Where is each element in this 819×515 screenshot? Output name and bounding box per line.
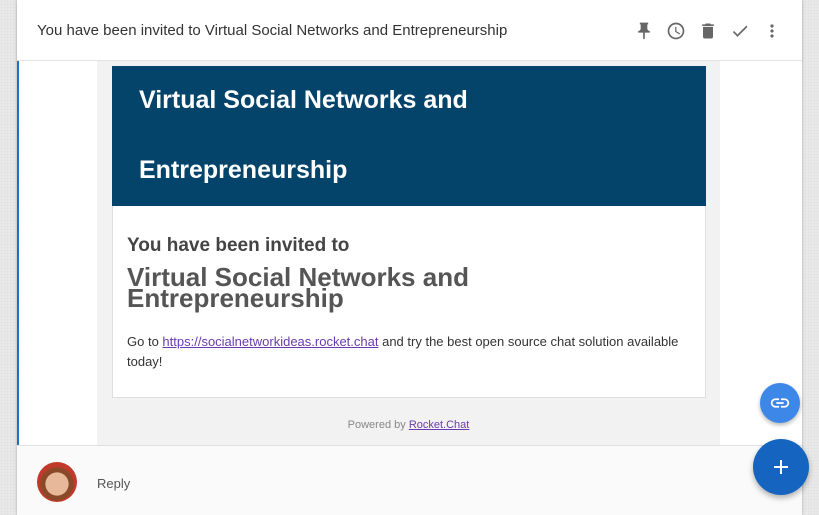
powered-by-text: Powered by [347,419,409,431]
pin-icon [638,22,650,40]
instructions-prefix: Go to [127,334,163,349]
link-button[interactable] [760,383,800,423]
email-subject: You have been invited to Virtual Social … [37,22,508,39]
reply-input[interactable]: Reply [97,476,130,491]
email-content-wrapper: Virtual Social Networks and Entrepreneur… [97,61,720,445]
invite-content-box: You have been invited to Virtual Social … [112,206,706,398]
email-toolbar [632,19,784,43]
delete-button[interactable] [696,19,720,43]
rocketchat-link[interactable]: Rocket.Chat [409,419,470,431]
banner-title-line-2: Entrepreneurship [139,156,348,184]
compose-button[interactable] [753,439,809,495]
email-body: Virtual Social Networks and Entrepreneur… [17,61,802,445]
invite-instructions: Go to https://socialnetworkideas.rocket.… [127,332,702,372]
pin-button[interactable] [632,19,656,43]
invite-room-name: Virtual Social Networks and Entrepreneur… [127,262,469,313]
done-button[interactable] [728,19,752,43]
invite-lead-text: You have been invited to [127,235,350,256]
link-icon [770,398,790,408]
powered-by: Powered by Rocket.Chat [97,419,720,431]
avatar [37,462,77,502]
email-header: You have been invited to Virtual Social … [17,0,802,61]
server-link[interactable]: https://socialnetworkideas.rocket.chat [162,334,378,349]
trash-icon [702,23,714,39]
email-banner: Virtual Social Networks and Entrepreneur… [112,66,706,206]
check-icon [732,25,748,37]
reply-bar: Reply [17,445,802,515]
snooze-button[interactable] [664,19,688,43]
email-card: You have been invited to Virtual Social … [17,0,802,515]
banner-title-line-1: Virtual Social Networks and [139,86,468,114]
plus-icon [774,460,788,474]
clock-icon [667,22,685,40]
selection-accent-bar [17,61,19,445]
more-button[interactable] [760,19,784,43]
more-vertical-icon [770,24,774,38]
